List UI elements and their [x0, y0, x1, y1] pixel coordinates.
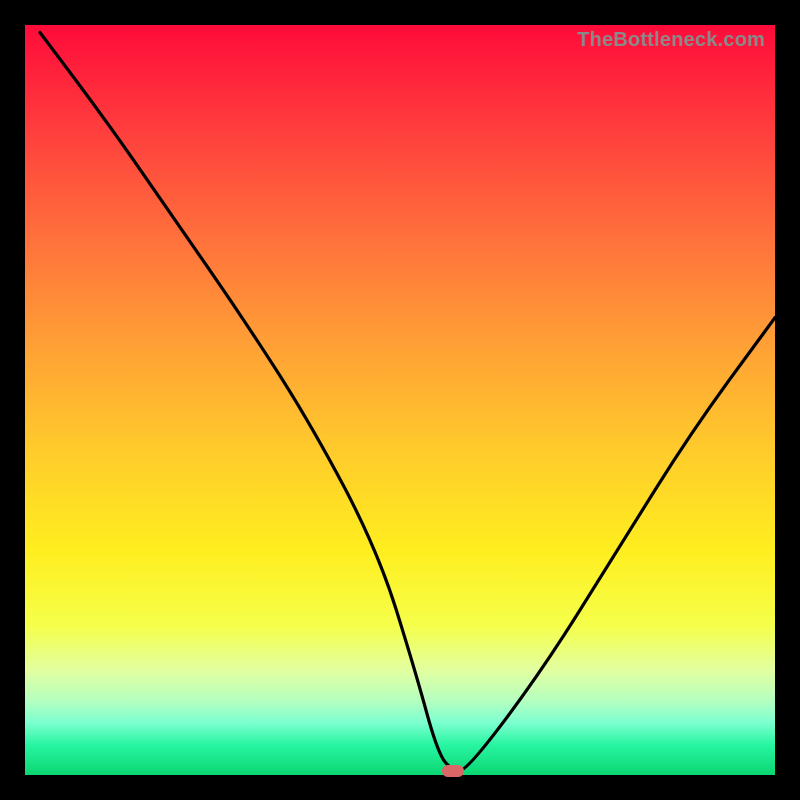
bottleneck-curve	[25, 25, 775, 775]
watermark-text: TheBottleneck.com	[577, 29, 765, 52]
gradient-plot-area: TheBottleneck.com	[25, 25, 775, 775]
optimal-marker	[442, 765, 464, 777]
